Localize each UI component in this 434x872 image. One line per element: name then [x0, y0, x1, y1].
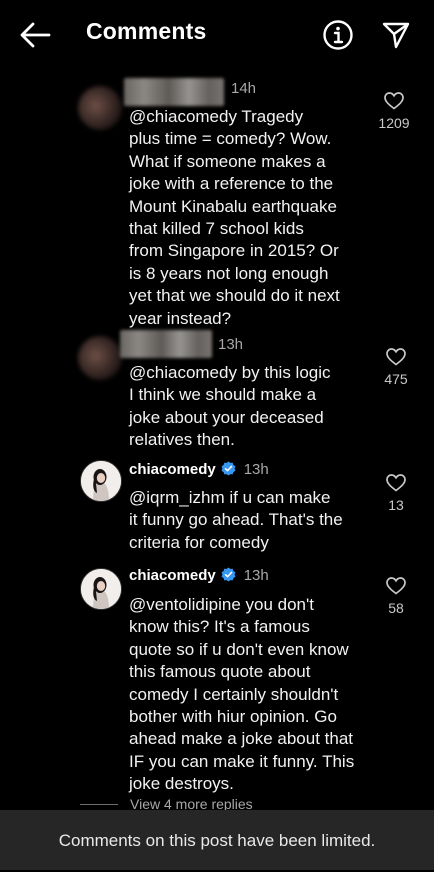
like-count: 58 — [388, 600, 404, 616]
heart-icon[interactable] — [386, 348, 406, 366]
comment-time: 14h — [231, 80, 257, 97]
avatar[interactable] — [80, 460, 122, 502]
divider-line — [80, 804, 118, 805]
blurred-username — [124, 78, 224, 106]
back-arrow-icon[interactable] — [18, 20, 52, 50]
limited-message: Comments on this post have been limited. — [58, 831, 376, 850]
avatar[interactable] — [78, 86, 122, 130]
like-button[interactable]: 475 — [366, 348, 426, 387]
page-title: Comments — [86, 18, 207, 44]
heart-icon[interactable] — [386, 474, 406, 492]
comment-text: @ventolidipine you don't know this? It's… — [129, 595, 355, 794]
like-button[interactable]: 13 — [366, 474, 426, 513]
comment-time: 13h — [243, 461, 269, 478]
like-count: 1209 — [378, 115, 410, 131]
blurred-username — [120, 330, 212, 358]
comment-meta: chiacomedy 13h — [129, 567, 269, 584]
share-plane-icon[interactable] — [382, 21, 410, 49]
comment-text: @chiacomedy by this logic I think we sho… — [129, 363, 331, 450]
comment-text: @iqrm_izhm if u can make it funny go ahe… — [129, 488, 343, 552]
heart-icon[interactable] — [386, 577, 406, 595]
comment-time: 13h — [243, 567, 269, 584]
top-bar: Comments — [0, 0, 434, 66]
avatar[interactable] — [78, 336, 122, 380]
comment-text: @chiacomedy Tragedy plus time = comedy? … — [129, 107, 340, 328]
info-icon[interactable] — [322, 19, 354, 51]
avatar[interactable] — [80, 568, 122, 610]
like-button[interactable]: 1209 — [364, 92, 424, 131]
verified-badge-icon — [221, 567, 236, 582]
username[interactable]: chiacomedy — [129, 461, 216, 478]
like-count: 475 — [384, 371, 408, 387]
comment-meta: chiacomedy 13h — [129, 461, 269, 478]
heart-icon[interactable] — [384, 92, 404, 110]
like-button[interactable]: 58 — [366, 577, 426, 616]
like-count: 13 — [388, 497, 404, 513]
verified-badge-icon — [221, 461, 236, 476]
comment-time: 13h — [218, 336, 244, 353]
username[interactable]: chiacomedy — [129, 567, 216, 584]
comments-limited-banner: Comments on this post have been limited. — [0, 810, 434, 870]
